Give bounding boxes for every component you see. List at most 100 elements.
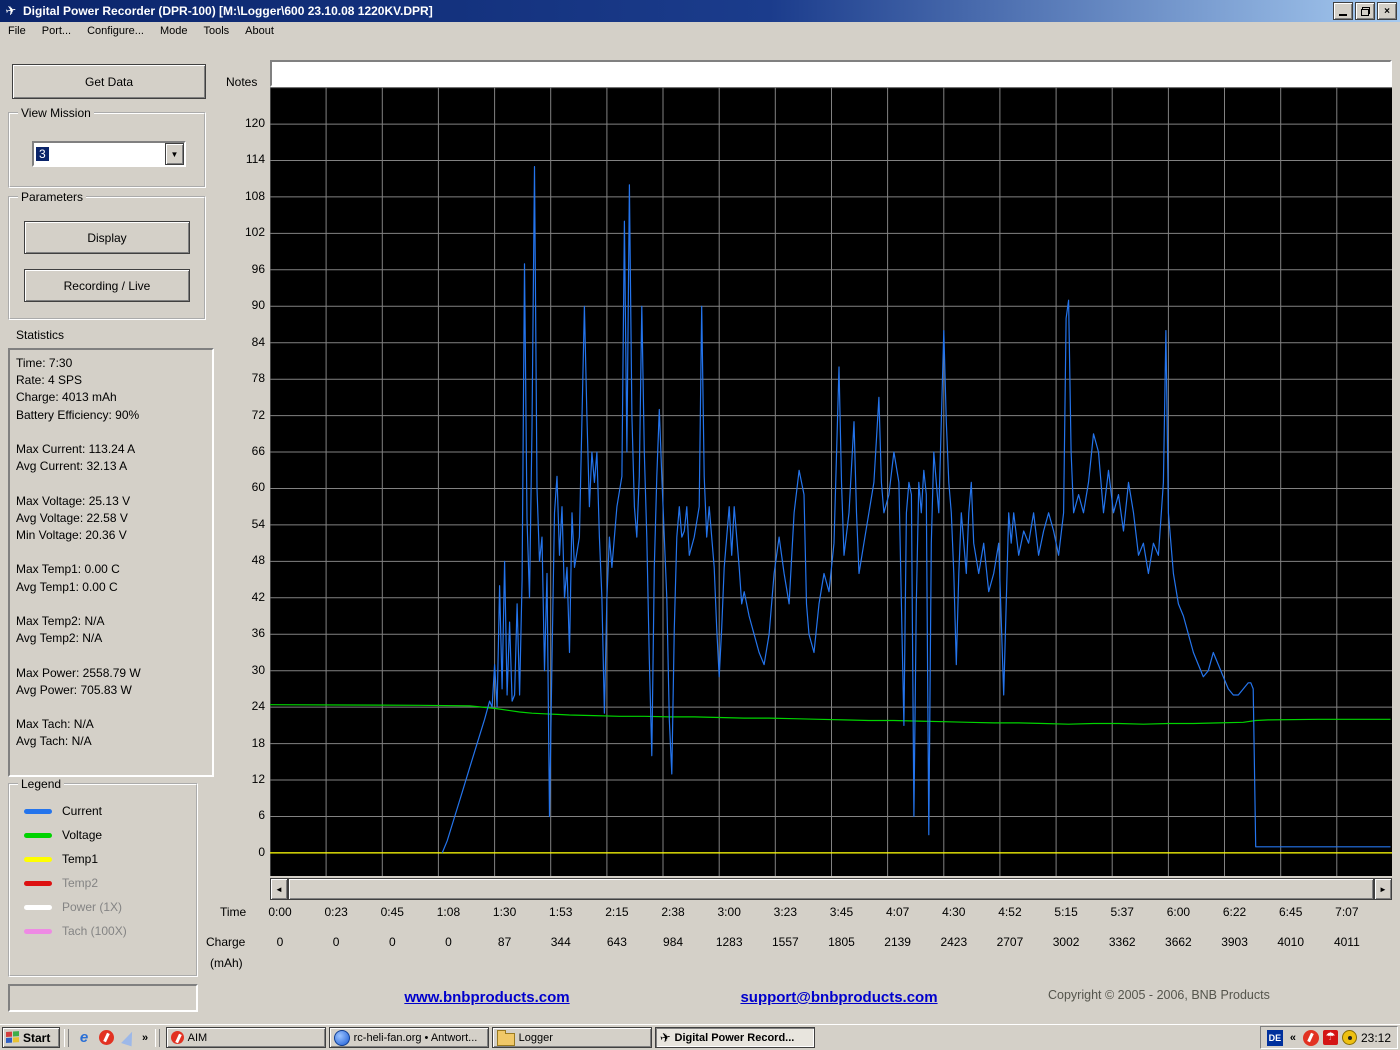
restore-button[interactable] bbox=[1355, 2, 1375, 20]
menu-item-port[interactable]: Port... bbox=[34, 24, 79, 38]
notes-input[interactable] bbox=[270, 60, 1392, 87]
charge-value: 344 bbox=[550, 935, 571, 949]
time-tick-label: 6:00 bbox=[1166, 905, 1191, 919]
time-tick-label: 5:37 bbox=[1110, 905, 1134, 919]
legend-item-label: Current bbox=[62, 804, 103, 818]
menu-item-configure[interactable]: Configure... bbox=[79, 24, 152, 38]
y-tick-label: 60 bbox=[251, 480, 265, 495]
time-tick-label: 1:08 bbox=[436, 905, 461, 919]
legend-item-temp2: Temp2 bbox=[10, 871, 196, 895]
title-bar[interactable]: ✈ Digital Power Recorder (DPR-100) [M:\L… bbox=[0, 0, 1400, 22]
view-mission-label: View Mission bbox=[18, 106, 94, 120]
legend-label: Legend bbox=[18, 777, 65, 791]
charge-value: 4010 bbox=[1277, 935, 1305, 949]
tray-collapse-chevron[interactable]: « bbox=[1290, 1032, 1296, 1044]
notes-label: Notes bbox=[226, 75, 258, 89]
quicklaunch-overflow-chevron[interactable]: » bbox=[142, 1032, 148, 1044]
y-tick-label: 24 bbox=[251, 699, 265, 714]
task-button-label: Logger bbox=[518, 1031, 553, 1044]
chart-horizontal-scrollbar[interactable]: ◄ ► bbox=[270, 878, 1392, 900]
close-button[interactable]: × bbox=[1377, 2, 1397, 20]
time-tick-label: 2:15 bbox=[605, 905, 629, 919]
charge-value: 1283 bbox=[715, 935, 743, 949]
scroll-right-button[interactable]: ► bbox=[1374, 878, 1392, 900]
time-tick-label: 7:07 bbox=[1335, 905, 1359, 919]
time-tick-label: 6:45 bbox=[1279, 905, 1303, 919]
menu-item-file[interactable]: File bbox=[0, 24, 34, 38]
scrollbar-thumb[interactable] bbox=[288, 878, 1374, 900]
task-button-digital-power-record[interactable]: ✈ Digital Power Record... bbox=[654, 1027, 815, 1048]
display-button[interactable]: Display bbox=[24, 221, 190, 254]
charge-unit-label: (mAh) bbox=[210, 956, 243, 970]
charge-value: 0 bbox=[388, 935, 396, 949]
y-tick-label: 120 bbox=[244, 116, 265, 131]
menu-item-about[interactable]: About bbox=[237, 24, 282, 38]
mission-select[interactable]: 3 ▼ bbox=[32, 141, 186, 167]
menu-item-mode[interactable]: Mode bbox=[152, 24, 196, 38]
avira-tray-icon[interactable]: ☂ bbox=[1322, 1030, 1338, 1045]
time-tick-label: 0:00 bbox=[268, 905, 292, 919]
statistics-line: Max Power: 2558.79 W bbox=[16, 665, 141, 680]
legend-item-label: Tach (100X) bbox=[62, 924, 127, 938]
legend-item-label: Temp2 bbox=[62, 876, 99, 890]
time-tick-label: 3:00 bbox=[717, 905, 741, 919]
charge-value: 0 bbox=[276, 935, 284, 949]
charge-value: 1805 bbox=[828, 935, 855, 949]
charge-value: 4011 bbox=[1333, 935, 1360, 949]
y-tick-label: 102 bbox=[244, 225, 265, 240]
task-button-label: AIM bbox=[187, 1031, 208, 1044]
y-tick-label: 114 bbox=[245, 152, 265, 167]
start-button[interactable]: Start bbox=[2, 1027, 60, 1048]
language-indicator-de[interactable]: DE bbox=[1266, 1029, 1283, 1046]
clock: 23:12 bbox=[1360, 1030, 1391, 1045]
statistics-line: Max Temp2: N/A bbox=[16, 614, 105, 629]
flower-tray-icon[interactable] bbox=[1341, 1030, 1357, 1045]
statistics-line: Max Temp1: 0.00 C bbox=[16, 562, 120, 577]
task-button-strip: AIM rc-heli-fan.org • Antwort... Logger ✈ Di… bbox=[164, 1027, 816, 1048]
scroll-left-button[interactable]: ◄ bbox=[270, 878, 288, 900]
time-tick-label: 5:15 bbox=[1054, 905, 1078, 919]
minimize-button[interactable] bbox=[1333, 2, 1353, 20]
charge-axis-label: Charge bbox=[206, 935, 246, 949]
aim-tray-icon[interactable] bbox=[1302, 1029, 1319, 1046]
app-window: ✈ Digital Power Recorder (DPR-100) [M:\L… bbox=[0, 0, 1400, 1050]
globe-icon bbox=[333, 1029, 350, 1046]
legend-swatch-tach bbox=[24, 928, 52, 934]
charge-value: 87 bbox=[497, 935, 512, 949]
kite-icon[interactable] bbox=[119, 1029, 137, 1047]
charge-value: 0 bbox=[445, 935, 452, 949]
aim-icon[interactable] bbox=[97, 1029, 115, 1047]
y-tick-label: 96 bbox=[251, 261, 265, 276]
y-tick-label: 84 bbox=[251, 334, 265, 349]
statistics-line bbox=[16, 424, 212, 441]
statistics-line: Max Voltage: 25.13 V bbox=[16, 493, 131, 508]
time-tick-label: 2:38 bbox=[661, 905, 685, 919]
task-button-rc-heli-fan-org---an[interactable]: rc-heli-fan.org • Antwort... bbox=[328, 1027, 489, 1048]
legend-items: Current Voltage Temp1 Temp2 Power (1X) Tach (… bbox=[10, 785, 196, 943]
support-email-link[interactable]: support@bnbproducts.com bbox=[740, 989, 937, 1006]
time-tick-label: 3:23 bbox=[773, 905, 798, 919]
windows-logo-icon bbox=[6, 1031, 19, 1043]
statistics-line: Battery Efficiency: 90% bbox=[16, 407, 140, 422]
statistics-line: Min Voltage: 20.36 V bbox=[16, 528, 127, 543]
statistics-line bbox=[16, 699, 212, 716]
ie-icon[interactable]: e bbox=[75, 1029, 93, 1047]
y-tick-label: 72 bbox=[251, 407, 265, 422]
combo-dropdown-button[interactable]: ▼ bbox=[165, 143, 184, 165]
y-tick-label: 78 bbox=[251, 371, 265, 386]
statistics-line bbox=[16, 475, 212, 492]
time-tick-label: 6:22 bbox=[1222, 905, 1247, 919]
website-link[interactable]: www.bnbproducts.com bbox=[404, 989, 569, 1006]
task-button-logger[interactable]: Logger bbox=[491, 1027, 652, 1048]
statistics-line: Avg Current: 32.13 A bbox=[16, 459, 128, 474]
chevron-down-icon: ▼ bbox=[170, 149, 179, 159]
charge-value: 2423 bbox=[940, 935, 968, 949]
menu-item-tools[interactable]: Tools bbox=[195, 24, 237, 38]
statistics-panel: Time: 7:30 Rate: 4 SPS Charge: 4013 mAh Bat… bbox=[8, 348, 214, 777]
legend-swatch-power bbox=[24, 904, 52, 910]
recording-live-button[interactable]: Recording / Live bbox=[24, 269, 190, 302]
get-data-button[interactable]: Get Data bbox=[12, 64, 206, 99]
legend-item-label: Voltage bbox=[62, 828, 103, 842]
task-button-aim[interactable]: AIM bbox=[165, 1027, 326, 1048]
y-tick-label: 42 bbox=[251, 589, 265, 604]
